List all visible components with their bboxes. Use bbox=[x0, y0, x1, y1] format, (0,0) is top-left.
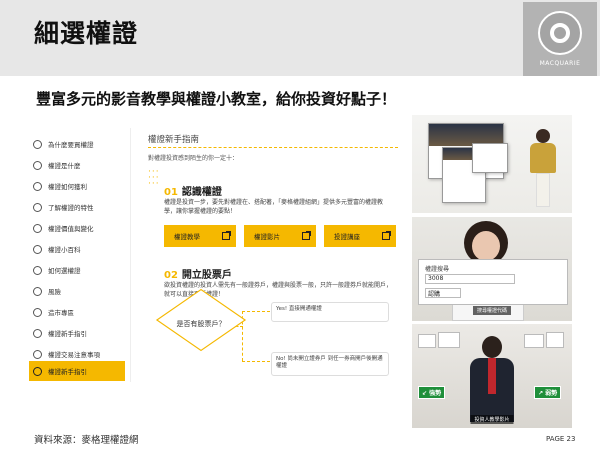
sidebar-item[interactable]: 造市專區 bbox=[29, 302, 125, 322]
seminar-button[interactable]: 投證講座 bbox=[324, 225, 396, 247]
slide-subtitle: 豐富多元的影音教學與權證小教室，給你投資好點子！ bbox=[36, 90, 397, 108]
sidebar-item-active[interactable]: 權證新手指引 bbox=[29, 361, 125, 381]
sidebar-item[interactable]: 權證新手指引 bbox=[29, 323, 125, 343]
logo-text: MACQUARIE bbox=[539, 60, 581, 67]
sidebar-item-label: 權證新手指引 bbox=[48, 330, 87, 338]
menu-item-icon bbox=[33, 181, 42, 191]
sidebar-item-label: 權證價值與變化 bbox=[48, 225, 94, 233]
presenter-body bbox=[530, 143, 556, 173]
no-box: No! 尚未開立證券戶 到任一券商開戶後開通權證 bbox=[271, 352, 389, 376]
sidebar-item-label: 權證如何獲利 bbox=[48, 183, 87, 191]
menu-item-icon bbox=[33, 160, 42, 170]
source-note: 資料來源：麥格理權證網 bbox=[34, 435, 139, 446]
sidebar-item-label: 權證小百科 bbox=[48, 246, 81, 254]
menu-item-icon bbox=[33, 366, 42, 376]
sidebar-item-label: 為什麼要買權證 bbox=[48, 141, 94, 149]
page-number: PAGE 23 bbox=[546, 435, 576, 443]
sidebar-item[interactable]: 權證是什麼 bbox=[29, 155, 125, 175]
sidebar-item-label: 如何選權證 bbox=[48, 267, 81, 275]
external-link-icon bbox=[302, 231, 311, 240]
sidebar-item-label: 權證是什麼 bbox=[48, 162, 81, 170]
weak-tag: ↗ 弱勢 bbox=[534, 386, 562, 399]
caption: 投資人教學影片 bbox=[470, 415, 514, 424]
flow-connector bbox=[242, 361, 270, 362]
presenter-head bbox=[482, 336, 502, 358]
search-field: 3008 bbox=[425, 274, 515, 284]
menu-item-icon bbox=[33, 265, 42, 275]
step-2-title: 02 開立股票戶 bbox=[164, 270, 232, 281]
presenter-legs bbox=[536, 173, 550, 207]
external-link-icon bbox=[222, 231, 231, 240]
menu-item-icon bbox=[33, 244, 42, 254]
sidebar-item[interactable]: 為什麼要買權證 bbox=[29, 134, 125, 154]
menu-item-icon bbox=[33, 286, 42, 296]
step-1-title: 01 認識權證 bbox=[164, 187, 222, 198]
flow-connector bbox=[242, 311, 270, 312]
sidebar-item-label: 了解權證的特性 bbox=[48, 204, 94, 212]
sidebar-item[interactable]: 權證小百科 bbox=[29, 239, 125, 259]
caption: 搜尋權證代碼 bbox=[472, 306, 512, 315]
slide-title: 細選權證 bbox=[34, 19, 139, 48]
menu-item-icon bbox=[33, 328, 42, 338]
external-link-icon bbox=[382, 231, 391, 240]
sidebar-item[interactable]: 權證如何獲利 bbox=[29, 176, 125, 196]
sidebar-item-label: 造市專區 bbox=[48, 309, 74, 317]
sidebar-item-label: 權證交易注意事項 bbox=[48, 351, 100, 359]
sidebar-menu: 為什麼要買權證 權證是什麼 權證如何獲利 了解權證的特性 權證價值與變化 權證小… bbox=[27, 128, 127, 382]
sidebar-item-label: 權證新手指引 bbox=[48, 368, 87, 376]
presenter-tie bbox=[488, 358, 496, 394]
website-screenshot: 為什麼要買權證 權證是什麼 權證如何獲利 了解權證的特性 權證價值與變化 權證小… bbox=[27, 128, 407, 382]
warrant-video-button[interactable]: 權證影片 bbox=[244, 225, 316, 247]
search-demo-photo: 權證搜尋 3008 認購 搜尋權證代碼 bbox=[412, 217, 572, 321]
sidebar-item-label: 風險 bbox=[48, 288, 61, 296]
warrant-tutorial-button[interactable]: 權證教學 bbox=[164, 225, 236, 247]
menu-item-icon bbox=[33, 223, 42, 233]
product-photo-monitors bbox=[412, 115, 572, 213]
strong-tag: ↙ 強勢 bbox=[418, 386, 446, 399]
divider bbox=[148, 147, 398, 148]
presenter-head bbox=[536, 129, 550, 143]
menu-item-icon bbox=[33, 202, 42, 212]
sidebar-item[interactable]: 風險 bbox=[29, 281, 125, 301]
sidebar-item[interactable]: 如何選權證 bbox=[29, 260, 125, 280]
content-intro: 對權證投資感到陌生的你一定十： bbox=[148, 155, 239, 162]
menu-item-icon bbox=[33, 307, 42, 317]
warrant-search-card: 權證搜尋 3008 認購 bbox=[418, 259, 568, 305]
decision-label: 是否有股票戶？ bbox=[176, 320, 226, 328]
menu-item-icon bbox=[33, 139, 42, 149]
sidebar-item[interactable]: 了解權證的特性 bbox=[29, 197, 125, 217]
presenter-face bbox=[472, 231, 500, 261]
yes-box: Yes! 直接開通權證 bbox=[271, 302, 389, 322]
menu-item-icon bbox=[33, 349, 42, 359]
content-pane: 權證新手指南 對權證投資感到陌生的你一定十： ··· ··· ··· 01 認識權證 … bbox=[130, 128, 407, 382]
monitor-image bbox=[472, 143, 508, 173]
slide-header: 細選權證 MACQUARIE bbox=[0, 0, 600, 76]
strength-demo-photo: ↙ 強勢 ↗ 弱勢 投資人教學影片 bbox=[412, 324, 572, 428]
content-heading: 權證新手指南 bbox=[148, 135, 200, 145]
step-1-desc: 權證是投資一步，要先對權證在、搭配著，「麥格權證組網」提供多元豐富的權證教學，讓… bbox=[164, 199, 384, 215]
macquarie-logo: MACQUARIE bbox=[523, 2, 597, 76]
sidebar-item[interactable]: 權證價值與變化 bbox=[29, 218, 125, 238]
decision-diamond: 是否有股票戶？ bbox=[155, 288, 247, 352]
option-select: 認購 bbox=[425, 288, 461, 298]
logo-ring-icon bbox=[538, 11, 582, 55]
